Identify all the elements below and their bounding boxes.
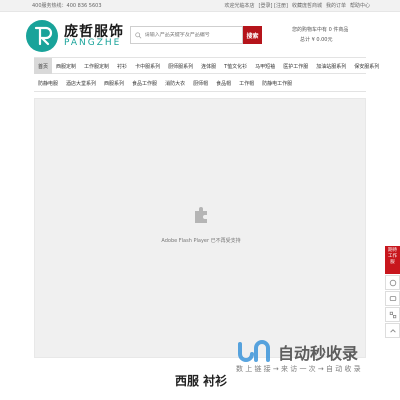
nav-item[interactable]: 衬衫 xyxy=(113,58,131,74)
top-link-login-register[interactable]: [登录] [注册] xyxy=(259,2,288,9)
top-link-favorite[interactable]: 收藏庞哲商城 xyxy=(292,2,322,9)
nav-item[interactable]: 食品工作服 xyxy=(128,75,161,91)
top-link-welcome: 欢迎光临本店 xyxy=(224,3,255,9)
nav-item[interactable]: 连体服 xyxy=(197,58,220,74)
side-float-qrcode-button[interactable] xyxy=(385,307,400,322)
main-nav: 首页 西服定制 工作服定制 衬衫 卡中服系列 厨师服系列 连体服 T恤文化衫 马甲短袖 医护工作服… xyxy=(34,57,379,97)
nav-item[interactable]: 食品帽 xyxy=(212,75,235,91)
nav-item[interactable]: 首页 xyxy=(34,58,53,74)
qrcode-icon xyxy=(389,311,396,318)
nav-item[interactable]: 西服系列 xyxy=(100,75,128,91)
nav-item[interactable]: 厨师服系列 xyxy=(164,58,197,74)
logo-mark-icon xyxy=(34,26,53,46)
search-icon xyxy=(135,31,142,38)
top-links: 欢迎光临本店 [登录] [注册] 收藏庞哲商城 我的订单 帮助中心 xyxy=(225,2,370,9)
nav-item[interactable]: 工作服定制 xyxy=(80,58,113,74)
watermark-title: 自动秒收录 xyxy=(278,344,359,363)
nav-item[interactable]: T恤文化衫 xyxy=(220,58,251,74)
arrow-up-icon xyxy=(389,328,396,333)
brand-name-en: PANGZHE xyxy=(64,38,122,48)
nav-item[interactable]: 卡中服系列 xyxy=(131,58,164,74)
nav-item[interactable]: 加油站服系列 xyxy=(312,58,350,74)
nav-item[interactable]: 工作帽 xyxy=(235,75,258,91)
nav-item[interactable]: 保安服系列 xyxy=(350,58,383,74)
watermark-logo-icon xyxy=(238,340,270,362)
nav-row-1: 首页 西服定制 工作服定制 衬衫 卡中服系列 厨师服系列 连体服 T恤文化衫 马甲短袖 医护工作服… xyxy=(34,57,379,74)
nav-item[interactable]: 马甲短袖 xyxy=(251,58,279,74)
top-link-help[interactable]: 帮助中心 xyxy=(350,2,370,9)
nav-row-2: 防静电服 酒店大堂系列 西服系列 食品工作服 消防大衣 厨师帽 食品帽 工作帽 防静电工作服 xyxy=(34,75,366,92)
watermark-overlay: 自动秒收录 数 上 链 接 → 来 访 一 次 → 自 动 收 录 xyxy=(236,338,384,378)
chat-icon xyxy=(389,295,396,301)
section-title: 西服 衬衫 xyxy=(175,374,228,388)
search-bar: 搜索 xyxy=(130,26,262,44)
brand-logo[interactable] xyxy=(26,20,58,52)
cart-summary[interactable]: 您的购物车中有 0 件商品 总计 ¥ 0.00元 xyxy=(292,24,368,48)
nav-item[interactable]: 防静电工作服 xyxy=(258,75,296,91)
nav-item[interactable]: 厨师帽 xyxy=(189,75,212,91)
nav-item[interactable]: 消防大衣 xyxy=(161,75,189,91)
nav-item[interactable]: 防静电服 xyxy=(34,75,62,91)
side-float-service-button[interactable] xyxy=(385,275,400,290)
cart-count-text: 您的购物车中有 0 件商品 xyxy=(292,27,349,33)
search-box xyxy=(130,26,243,44)
hotline-text: 400服务热线：400 836 5603 xyxy=(32,3,102,9)
side-float-contact[interactable]: 期待工作服 xyxy=(385,246,400,274)
nav-item[interactable]: 西服定制 xyxy=(52,58,80,74)
headset-icon xyxy=(389,279,396,286)
nav-item[interactable]: 医护工作服 xyxy=(279,58,312,74)
flash-banner-placeholder: Adobe Flash Player 已不再受支持 xyxy=(34,98,366,358)
side-float-qq-button[interactable] xyxy=(385,291,400,306)
cart-total-text: 总计 ¥ 0.00元 xyxy=(300,37,333,43)
side-float-top-button[interactable] xyxy=(385,323,400,338)
search-input[interactable] xyxy=(144,32,242,38)
search-button[interactable]: 搜索 xyxy=(243,26,262,44)
top-bar: 400服务热线：400 836 5603 欢迎光临本店 [登录] [注册] 收藏… xyxy=(0,0,400,12)
flash-unsupported-message: Adobe Flash Player 已不再受支持 xyxy=(161,238,241,244)
top-link-my-orders[interactable]: 我的订单 xyxy=(326,2,346,9)
watermark-subtitle: 数 上 链 接 → 来 访 一 次 → 自 动 收 录 xyxy=(236,365,361,373)
nav-item[interactable]: 酒店大堂系列 xyxy=(62,75,100,91)
puzzle-plugin-icon xyxy=(195,207,207,223)
